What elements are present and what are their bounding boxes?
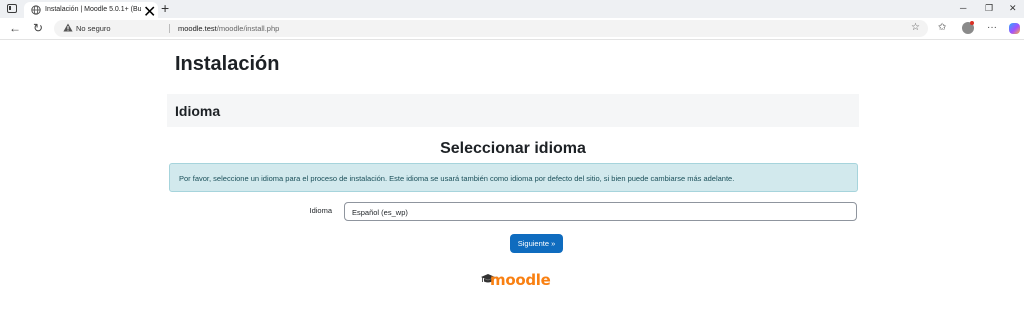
subheading: Seleccionar idioma xyxy=(440,140,586,157)
section-header: Idioma xyxy=(167,94,859,127)
next-button[interactable]: Siguiente » xyxy=(510,234,563,253)
bookmark-star-icon[interactable]: ☆ xyxy=(911,22,920,34)
url-text[interactable]: moodle.test/moodle/install.php xyxy=(178,24,279,33)
warning-icon xyxy=(63,23,73,32)
address-divider xyxy=(169,24,170,33)
back-icon[interactable]: ← xyxy=(9,21,21,35)
more-menu-icon[interactable]: ··· xyxy=(987,22,997,34)
moodle-wordmark: moodle xyxy=(490,271,551,289)
page-title: Instalación xyxy=(175,53,280,75)
language-select-value: Español (es_wp) xyxy=(352,208,408,217)
new-tab-button[interactable]: + xyxy=(161,0,169,16)
info-alert: Por favor, seleccione un idioma para el … xyxy=(169,163,858,192)
section-header-title: Idioma xyxy=(175,103,221,119)
tab-title: Instalación | Moodle 5.0.1+ (Build xyxy=(45,6,141,13)
url-path: /moodle/install.php xyxy=(216,24,280,33)
copilot-icon[interactable] xyxy=(1009,23,1020,34)
close-window-icon[interactable]: ✕ xyxy=(1009,3,1017,13)
url-host: moodle.test xyxy=(178,24,217,33)
browser-toolbar: ← ↻ No seguro moodle.test/moodle/install… xyxy=(0,18,1024,40)
info-alert-text: Por favor, seleccione un idioma para el … xyxy=(179,174,735,183)
globe-icon xyxy=(31,5,41,15)
favorites-icon[interactable]: ✩ xyxy=(938,22,946,34)
notification-dot xyxy=(970,21,974,25)
tab-actions-icon[interactable] xyxy=(7,4,17,13)
restore-icon[interactable]: ❐ xyxy=(985,3,993,13)
minimize-icon[interactable]: ─ xyxy=(960,3,966,13)
address-bar[interactable]: No seguro moodle.test/moodle/install.php… xyxy=(54,20,928,37)
language-label: Idioma xyxy=(309,206,332,215)
moodle-logo: moodle xyxy=(481,271,551,291)
reload-icon[interactable]: ↻ xyxy=(33,21,43,35)
tab-active[interactable]: Instalación | Moodle 5.0.1+ (Build xyxy=(24,2,158,18)
tab-bar: Instalación | Moodle 5.0.1+ (Build ✕ + ─… xyxy=(0,0,1024,21)
language-select[interactable]: Español (es_wp) xyxy=(344,202,857,221)
security-label[interactable]: No seguro xyxy=(76,24,111,33)
